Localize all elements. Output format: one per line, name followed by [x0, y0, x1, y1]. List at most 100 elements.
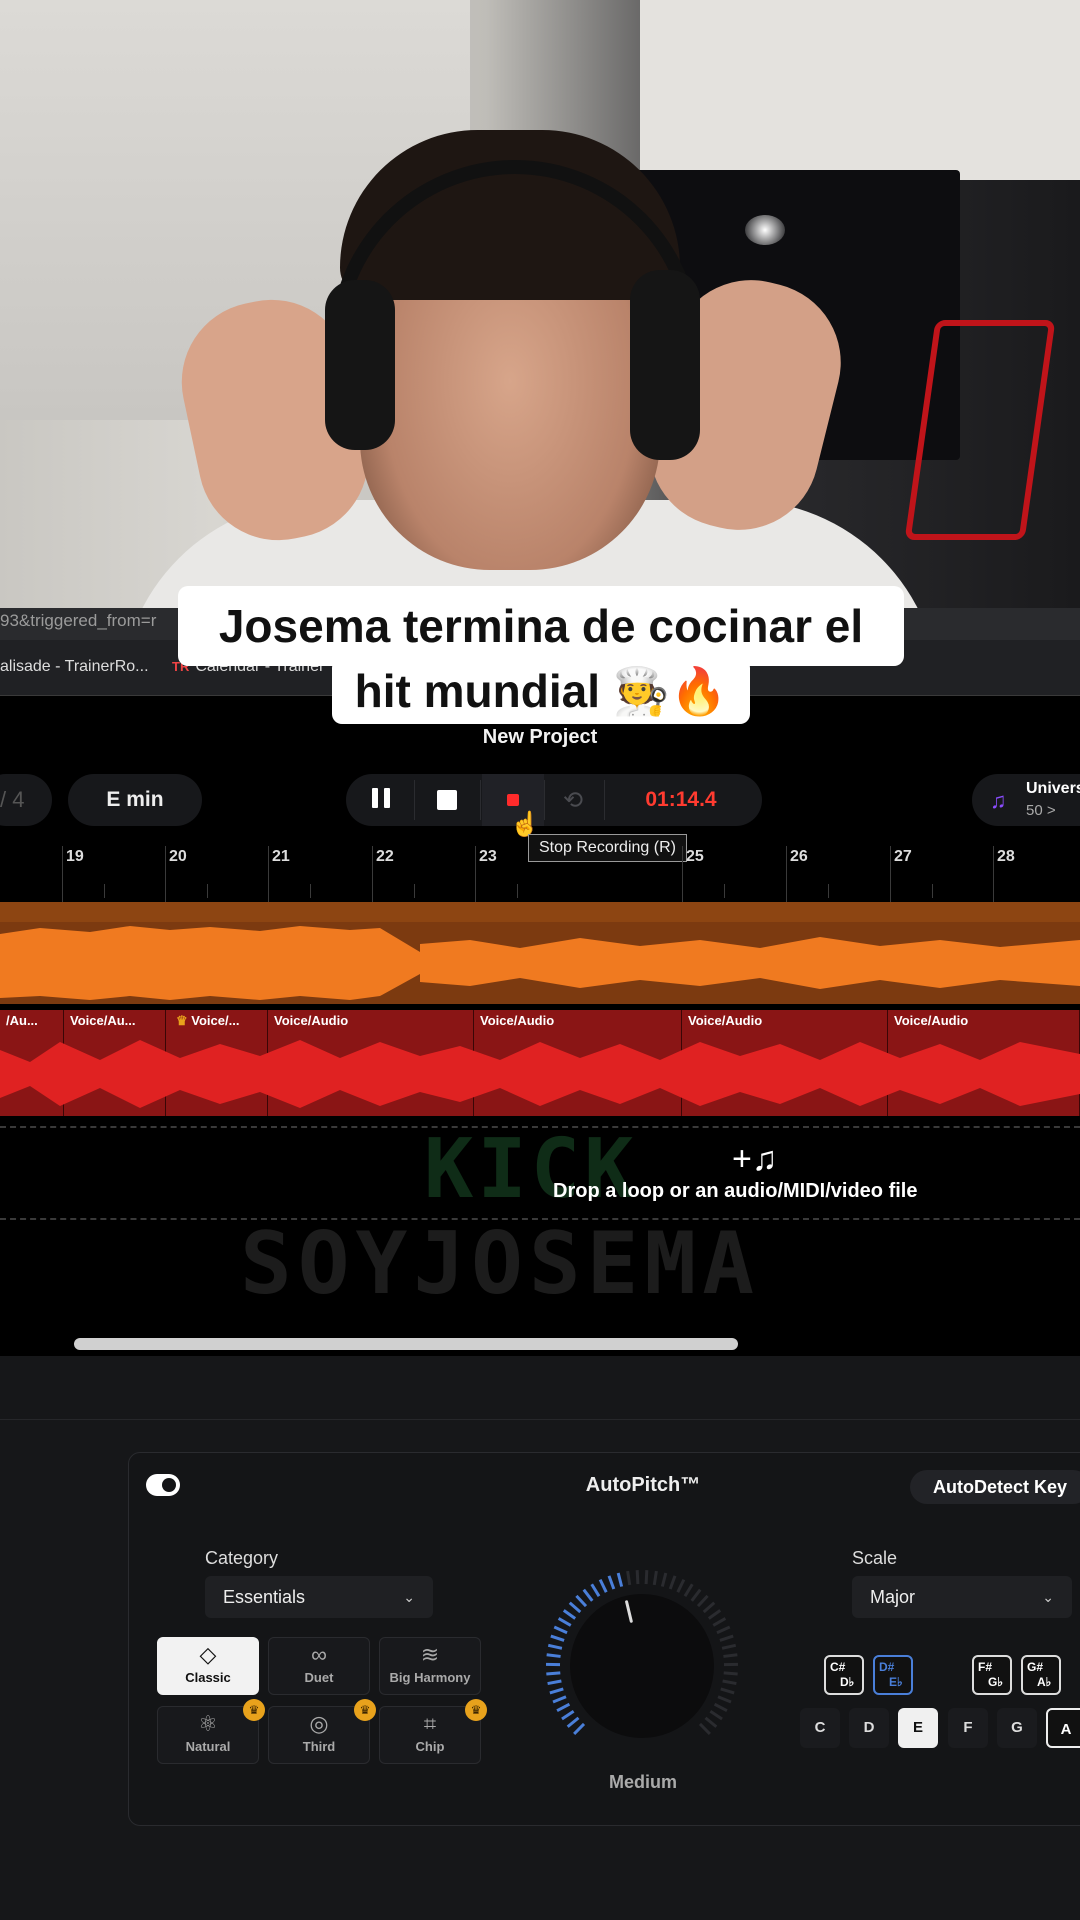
soyjosema-watermark: SOYJOSEMA: [240, 1214, 760, 1314]
playback-timer: 01:14.4: [645, 788, 717, 811]
audio-track-orange[interactable]: [0, 902, 1080, 1004]
knob-tick: [676, 1578, 686, 1593]
knob-tick: [556, 1702, 571, 1713]
key-f-sharp[interactable]: F# G♭: [972, 1655, 1012, 1695]
knob-tick: [696, 1594, 709, 1608]
knob-tick: [722, 1679, 737, 1686]
mode-big-harmony[interactable]: ≋ Big Harmony: [379, 1637, 481, 1695]
knob-tick: [553, 1625, 568, 1635]
diamond-icon: ◇: [199, 1642, 217, 1667]
key-g[interactable]: G: [997, 1708, 1037, 1748]
knob-tick: [712, 1617, 727, 1627]
knob-tick: [721, 1643, 737, 1650]
caption-line-2: hit mundial 🧑‍🍳🔥: [332, 658, 750, 724]
crown-icon: ♛: [243, 1699, 265, 1721]
knob-tick: [575, 1594, 588, 1608]
knob-tick: [635, 1570, 640, 1585]
stop-icon: [437, 790, 457, 810]
add-music-icon: +♫: [732, 1140, 778, 1178]
knob-tick: [720, 1687, 735, 1695]
knob-tick: [598, 1578, 608, 1593]
knob-tick: [719, 1634, 734, 1642]
knob-tick: [552, 1695, 567, 1704]
scale-label: Scale: [852, 1548, 898, 1568]
timeline-ruler[interactable]: 19 20 21 22 23 25 26 27 28: [0, 842, 1080, 902]
mode-classic[interactable]: ◇ Classic: [157, 1637, 259, 1695]
knob-tick: [644, 1570, 649, 1585]
key-button[interactable]: E min: [68, 774, 202, 826]
knob-tick: [690, 1588, 702, 1602]
key-f[interactable]: F: [948, 1708, 988, 1748]
third-icon: ◎: [309, 1711, 329, 1736]
knob-tick: [668, 1575, 677, 1590]
music-note-icon: ♫: [990, 788, 1007, 813]
knob-tick: [702, 1601, 716, 1614]
knob-tick: [582, 1588, 594, 1602]
knob-tick: [549, 1687, 564, 1695]
pause-button[interactable]: [350, 774, 412, 826]
knob-tick: [660, 1572, 668, 1587]
drop-zone-text: Drop a loop or an audio/MIDI/video file: [553, 1180, 918, 1202]
project-title: New Project: [482, 726, 598, 748]
bookmark-item[interactable]: alisade - TrainerRo...: [0, 658, 149, 676]
knob-tick: [723, 1653, 738, 1658]
autodetect-key-button[interactable]: AutoDetect Key: [910, 1470, 1080, 1504]
key-c-sharp[interactable]: C# D♭: [824, 1655, 864, 1695]
knob-tick: [713, 1702, 728, 1713]
knob-tick: [568, 1601, 582, 1614]
knob-tick: [652, 1570, 658, 1586]
knob-tick: [562, 1609, 577, 1620]
loop-icon: ⟲: [562, 786, 584, 814]
knob-tick: [683, 1583, 694, 1597]
key-g-sharp[interactable]: G# A♭: [1021, 1655, 1061, 1695]
knob-label: Medium: [608, 1772, 677, 1792]
caption-line-1: Josema termina de cocinar el: [178, 586, 904, 666]
knob-tick: [590, 1583, 601, 1597]
crown-icon: ♛: [354, 1699, 376, 1721]
knob-tick: [546, 1671, 561, 1676]
loop-button[interactable]: ⟲: [542, 774, 604, 826]
knob-tick: [626, 1570, 632, 1586]
universal-pill[interactable]: ♫ Univers 50 >: [972, 774, 1080, 826]
duet-icon: ∞: [311, 1642, 327, 1667]
key-d-sharp[interactable]: D# E♭: [873, 1655, 913, 1695]
record-icon: [507, 794, 519, 806]
crown-icon: ♛: [176, 1013, 192, 1028]
knob-tick: [698, 1722, 711, 1735]
voice-track[interactable]: /Au... Voice/Au... ♛ Voice/... Voice/Aud…: [0, 1010, 1080, 1116]
mode-duet[interactable]: ∞ Duet: [268, 1637, 370, 1695]
orange-waveform: [0, 926, 1080, 1000]
knob-tick: [550, 1634, 565, 1642]
knob-tick: [607, 1575, 616, 1590]
key-a[interactable]: A: [1046, 1708, 1080, 1748]
red-waveform: [0, 1040, 1080, 1108]
knob-tick: [546, 1653, 561, 1658]
key-e[interactable]: E: [898, 1708, 938, 1748]
knob-tick: [704, 1716, 718, 1728]
time-signature-button[interactable]: / 4: [0, 774, 52, 826]
category-dropdown[interactable]: Essentials ⌄: [205, 1576, 433, 1618]
transport-bar: ⟲ 01:14.4: [346, 774, 762, 826]
harmony-icon: ≋: [420, 1642, 440, 1667]
webcam-feed: [0, 0, 1080, 610]
scale-dropdown[interactable]: Major ⌄: [852, 1576, 1072, 1618]
knob-tick: [573, 1722, 586, 1735]
knob-tick: [616, 1572, 624, 1587]
horizontal-scrollbar[interactable]: [74, 1338, 738, 1350]
strength-knob[interactable]: [540, 1564, 764, 1788]
knob-tick: [716, 1625, 731, 1635]
knob-tick: [707, 1609, 722, 1620]
stop-button[interactable]: [416, 774, 478, 826]
key-c[interactable]: C: [800, 1708, 840, 1748]
knob-tick: [547, 1643, 563, 1650]
chevron-down-icon: ⌄: [1042, 1589, 1054, 1605]
knob-tick: [723, 1671, 738, 1676]
screen: 93&triggered_from=r alisade - TrainerRo.…: [0, 0, 1080, 1920]
key-d[interactable]: D: [849, 1708, 889, 1748]
chevron-down-icon: ⌄: [403, 1589, 415, 1605]
url-text: 93&triggered_from=r: [0, 611, 157, 630]
knob-tick: [709, 1710, 723, 1721]
knob-tick: [561, 1710, 575, 1721]
knob-tick: [547, 1679, 562, 1686]
knob-tick: [717, 1695, 732, 1704]
